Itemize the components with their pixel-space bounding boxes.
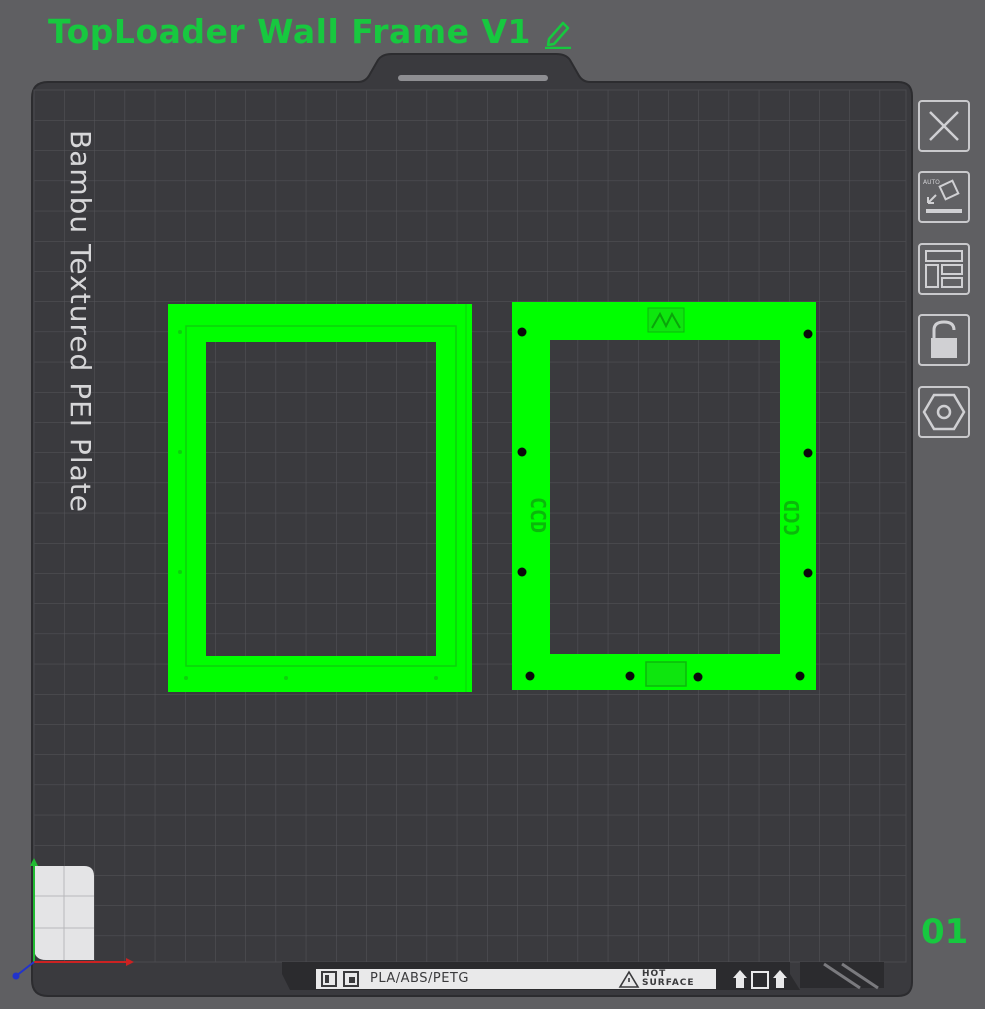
plate-settings-button[interactable] — [918, 386, 970, 438]
svg-text:AUTO: AUTO — [923, 179, 940, 186]
build-plate[interactable]: CCD CCD Bambu Textured PEI Plate 01 PLA/… — [0, 0, 985, 1009]
arrange-button[interactable] — [918, 243, 970, 295]
lock-icon — [931, 320, 957, 358]
plate-type-icon — [321, 971, 359, 987]
settings-hex-icon — [922, 393, 966, 431]
plate-orient-icons — [733, 970, 787, 989]
engraving-right: CCD — [780, 500, 804, 536]
auto-orient-icon: AUTO — [923, 179, 962, 213]
plate-number: 01 — [921, 912, 969, 952]
auto-orient-button[interactable]: AUTO — [918, 171, 970, 223]
close-icon — [929, 111, 959, 141]
plate-info-bar: PLA/ABS/PETG HOT SURFACE — [316, 969, 716, 989]
lock-button[interactable] — [918, 314, 970, 366]
build-plate-canvas[interactable]: CCD CCD — [0, 0, 985, 1009]
warning-icon — [618, 970, 640, 988]
arrange-icon — [925, 250, 963, 288]
hot-line2: SURFACE — [642, 978, 695, 988]
engraving-left: CCD — [526, 497, 550, 533]
plate-type-label: Bambu Textured PEI Plate — [64, 130, 97, 513]
close-button[interactable] — [918, 100, 970, 152]
filament-compat: PLA/ABS/PETG — [370, 971, 469, 986]
hot-surface-warning: HOT SURFACE — [642, 970, 712, 988]
plate-handle — [398, 75, 548, 81]
